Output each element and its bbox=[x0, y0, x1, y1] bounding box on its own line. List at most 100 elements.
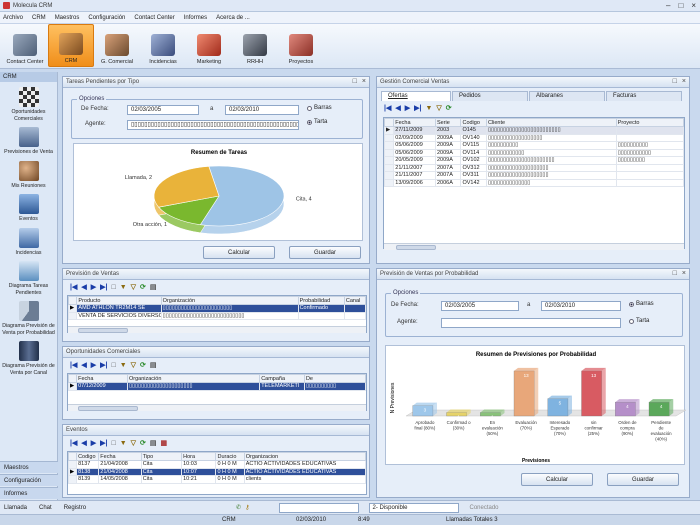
tareas-calcular-button[interactable]: Calcular bbox=[203, 246, 275, 259]
prob-radio-tarta[interactable]: Tarta bbox=[629, 318, 649, 324]
filter-edit-icon[interactable]: ▽ bbox=[131, 283, 136, 291]
next-record-icon[interactable]: ▶ bbox=[405, 104, 410, 112]
prob-calcular-button[interactable]: Calcular bbox=[521, 473, 593, 486]
column-header[interactable]: De bbox=[303, 374, 366, 383]
sidebar-item-oportunidades[interactable]: Oportunidades Comerciales bbox=[0, 87, 57, 122]
table-row[interactable]: 8139 14/05/2008 Cita 10:21 0 H 0 Mclients bbox=[68, 475, 366, 484]
column-header[interactable]: Codigo bbox=[460, 118, 487, 127]
panel-close-button[interactable]: × bbox=[362, 78, 366, 85]
column-header[interactable]: Organizacion bbox=[243, 452, 366, 461]
toolbar-contact-center[interactable]: Contact Center bbox=[2, 24, 48, 67]
table-row[interactable]: 02/09/2009 2009A OV140 ▯▯▯▯▯▯▯▯▯▯▯▯▯▯▯▯▯▯ bbox=[384, 133, 684, 142]
table-row[interactable]: 13/09/2006 2006A OV142 ▯▯▯▯▯▯▯▯▯▯▯▯▯▯ bbox=[384, 178, 684, 187]
toolbar-proyectos[interactable]: Proyectos bbox=[278, 24, 324, 67]
new-record-icon[interactable]: □ bbox=[111, 440, 115, 447]
sidebar-item-previsiones[interactable]: Previsiones de Venta bbox=[0, 127, 57, 156]
toolbar-g-comercial[interactable]: G. Comercial bbox=[94, 24, 140, 67]
column-header[interactable]: Canal bbox=[343, 296, 366, 305]
table-row[interactable]: ▶ 27/11/2009 2003 O145 ▯▯▯▯▯▯▯▯▯▯▯▯▯▯▯▯▯▯▯▯▯… bbox=[384, 126, 684, 135]
panel-minimize-button[interactable]: □ bbox=[673, 78, 677, 85]
filter-icon[interactable]: ▼ bbox=[120, 284, 127, 291]
toolbar-marketing[interactable]: Marketing bbox=[186, 24, 232, 67]
tareas-date-from[interactable]: 02/03/2005 bbox=[127, 105, 199, 115]
calendar-icon[interactable]: ▦ bbox=[161, 439, 168, 447]
column-header[interactable]: Fecha bbox=[393, 118, 436, 127]
oportunidades-scrollbar[interactable] bbox=[68, 404, 366, 411]
registro-button[interactable]: Registro bbox=[64, 505, 86, 511]
column-header[interactable]: Fecha bbox=[98, 452, 142, 461]
column-header[interactable]: Proyecto bbox=[615, 118, 684, 127]
prob-radio-barras[interactable]: Barras bbox=[629, 301, 654, 307]
menu-informes[interactable]: Informes bbox=[184, 15, 207, 21]
filter-icon[interactable]: ▼ bbox=[120, 362, 127, 369]
tareas-agente-select[interactable]: ▯▯▯▯▯▯▯▯▯▯▯▯▯▯▯▯▯▯▯▯▯▯▯▯▯▯▯▯▯▯▯▯▯▯▯▯▯▯▯▯… bbox=[127, 120, 299, 130]
column-header[interactable]: Duracio bbox=[215, 452, 245, 461]
gestion-scrollbar[interactable] bbox=[384, 243, 684, 250]
column-header[interactable]: Codigo bbox=[76, 452, 100, 461]
sidebar-item-diagrama-tareas[interactable]: Diagrama Tareas Pendientes bbox=[0, 261, 57, 296]
sidebar-item-diagrama-canal[interactable]: Diagrama Previsión de Venta por Canal bbox=[0, 341, 57, 376]
first-record-icon[interactable]: |◀ bbox=[70, 283, 77, 291]
print-icon[interactable]: ▤ bbox=[150, 439, 157, 447]
sidebar-maestros[interactable]: Maestros bbox=[0, 461, 58, 473]
panel-minimize-button[interactable]: □ bbox=[673, 270, 677, 277]
filter-icon[interactable]: ▼ bbox=[120, 440, 127, 447]
tab-ofertas[interactable]: Ofertas bbox=[381, 91, 451, 101]
column-header[interactable]: Fecha bbox=[76, 374, 128, 383]
column-header[interactable]: Probabilidad bbox=[297, 296, 345, 305]
table-row[interactable]: 21/11/2007 2007A OV312 ▯▯▯▯▯▯▯▯▯▯▯▯▯▯▯▯▯▯▯▯ bbox=[384, 163, 684, 172]
last-record-icon[interactable]: ▶| bbox=[100, 361, 107, 369]
column-header[interactable]: Serie bbox=[434, 118, 462, 127]
column-header[interactable]: Campaña bbox=[259, 374, 305, 383]
prevision-scrollbar[interactable] bbox=[68, 326, 366, 333]
prev-record-icon[interactable]: ◀ bbox=[81, 439, 86, 447]
prev-record-icon[interactable]: ◀ bbox=[395, 104, 400, 112]
table-row[interactable]: ▶ AMD ATHLON TR2M14 SE ▯▯▯▯▯▯▯▯▯▯▯▯▯▯▯▯▯▯▯… bbox=[68, 304, 366, 313]
first-record-icon[interactable]: |◀ bbox=[384, 104, 391, 112]
tab-pedidos[interactable]: Pedidos bbox=[452, 91, 528, 101]
first-record-icon[interactable]: |◀ bbox=[70, 439, 77, 447]
table-row[interactable]: ▶ 07/12/2009 ▯▯▯▯▯▯▯▯▯▯▯▯▯▯▯▯▯▯▯▯▯ TELEMARK… bbox=[68, 382, 366, 391]
maximize-button[interactable]: □ bbox=[678, 1, 683, 10]
last-record-icon[interactable]: ▶| bbox=[100, 283, 107, 291]
tareas-date-to[interactable]: 02/03/2010 bbox=[225, 105, 299, 115]
new-record-icon[interactable]: □ bbox=[111, 362, 115, 369]
refresh-icon[interactable]: ⟳ bbox=[140, 361, 146, 369]
prev-record-icon[interactable]: ◀ bbox=[81, 283, 86, 291]
table-row[interactable]: 21/11/2007 2007A OV311 ▯▯▯▯▯▯▯▯▯▯▯▯▯▯▯▯▯▯▯▯ bbox=[384, 171, 684, 180]
sidebar-informes[interactable]: Informes bbox=[0, 487, 58, 499]
sidebar-configuracion[interactable]: Configuración bbox=[0, 474, 58, 486]
column-header[interactable]: Tipo bbox=[140, 452, 183, 461]
column-header[interactable]: Organización bbox=[160, 296, 299, 305]
table-row[interactable]: 20/05/2009 2009A OV102 ▯▯▯▯▯▯▯▯▯▯▯▯▯▯▯▯▯▯▯▯… bbox=[384, 156, 684, 165]
print-icon[interactable]: ▤ bbox=[150, 283, 157, 291]
table-row[interactable]: VENTA DE SERVICIOS DIVERSO ▯▯▯▯▯▯▯▯▯▯▯▯▯▯… bbox=[68, 311, 366, 320]
toolbar-incidencias[interactable]: Incidencias bbox=[140, 24, 186, 67]
last-record-icon[interactable]: ▶| bbox=[414, 104, 421, 112]
filter-edit-icon[interactable]: ▽ bbox=[131, 361, 136, 369]
column-header[interactable]: Hora bbox=[181, 452, 217, 461]
menu-maestros[interactable]: Maestros bbox=[55, 15, 80, 21]
tareas-radio-barras[interactable]: Barras bbox=[307, 105, 332, 111]
prob-date-from[interactable]: 02/03/2005 bbox=[441, 301, 519, 311]
minimize-button[interactable]: – bbox=[666, 1, 670, 10]
next-record-icon[interactable]: ▶ bbox=[91, 361, 96, 369]
menu-configuracion[interactable]: Configuración bbox=[88, 15, 125, 21]
table-row[interactable]: 8137 21/04/2008 Cita 10:03 0 H 0 M ACTIO ACTI… bbox=[68, 460, 366, 469]
last-record-icon[interactable]: ▶| bbox=[100, 439, 107, 447]
menu-acerca[interactable]: Acerca de ... bbox=[216, 15, 250, 21]
close-button[interactable]: × bbox=[691, 1, 696, 10]
first-record-icon[interactable]: |◀ bbox=[70, 361, 77, 369]
prob-guardar-button[interactable]: Guardar bbox=[607, 473, 679, 486]
tareas-guardar-button[interactable]: Guardar bbox=[289, 246, 361, 259]
tab-albaranes[interactable]: Albaranes bbox=[529, 91, 605, 101]
column-header[interactable]: Organización bbox=[126, 374, 261, 383]
sidebar-item-reuniones[interactable]: Mis Reuniones bbox=[0, 160, 57, 190]
filter-edit-icon[interactable]: ▽ bbox=[436, 104, 441, 112]
refresh-icon[interactable]: ⟳ bbox=[446, 104, 452, 112]
panel-minimize-button[interactable]: □ bbox=[353, 78, 357, 85]
sidebar-item-diagrama-probabilidad[interactable]: Diagrama Previsión de Venta por Probabil… bbox=[0, 301, 57, 336]
status-input[interactable] bbox=[279, 502, 360, 513]
tareas-radio-tarta[interactable]: Tarta bbox=[307, 119, 327, 125]
menu-crm[interactable]: CRM bbox=[32, 15, 46, 21]
